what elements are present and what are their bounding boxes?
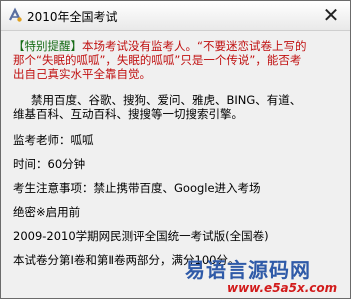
notes-text: 考生注意事项：禁止携带百度、Google进入考场 xyxy=(13,181,261,195)
secret-text: 绝密※启用前 xyxy=(13,205,81,219)
time-text: 时间：60分钟 xyxy=(13,157,86,171)
watermark-logo-text: 易语言源码网 xyxy=(185,258,311,282)
app-icon xyxy=(7,7,23,23)
title-bar[interactable]: 2010年全国考试 ✕ xyxy=(1,1,350,31)
notice-line-1: 【特别提醒】本场考试没有监考人。“不要迷恋试卷上写的 xyxy=(13,39,306,53)
exam-name-text: 2009-2010学期网民测评全国统一考试版(全国卷) xyxy=(13,229,269,243)
proctor-text: 监考老师：呱呱 xyxy=(13,133,94,147)
banned-line-2: 维基百科、互动百科、搜搜等一切搜索引擎。 xyxy=(13,107,243,121)
close-button[interactable]: ✕ xyxy=(316,4,346,26)
notice-line-2: 那个“失眠的呱呱”，失眠的呱呱”只是一个传说”，能否考 xyxy=(13,53,302,67)
window-title: 2010年全国考试 xyxy=(27,10,118,24)
banned-line-1: 禁用百度、谷歌、搜狗、爱问、雅虎、BING、有道、 xyxy=(31,93,302,107)
watermark-url: www.e5a5x.com xyxy=(227,281,338,295)
notice-tag: 【特别提醒】 xyxy=(13,39,82,53)
notice-text-1: 本场考试没有监考人。“不要迷恋试卷上写的 xyxy=(82,39,307,53)
notice-line-3: 出自己真实水平全靠自觉。 xyxy=(13,67,151,81)
exam-window: 2010年全国考试 ✕ 【特别提醒】本场考试没有监考人。“不要迷恋试卷上写的 那… xyxy=(0,0,351,299)
